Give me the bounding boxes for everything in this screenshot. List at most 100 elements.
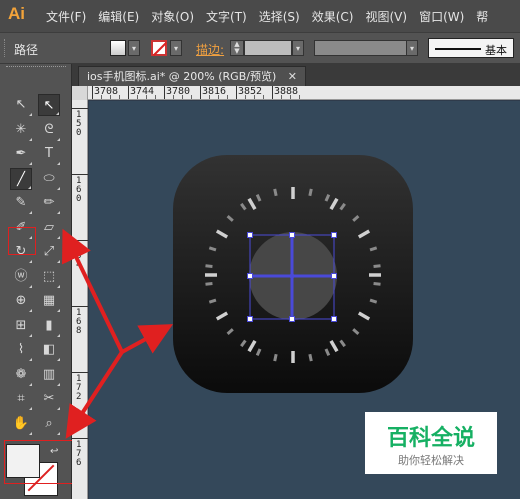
control-bar: 路径 ▾ ▾ 描边: ▲ ▼ ▾ ▾ 基本 [0,32,520,64]
selection-tool[interactable]: ↖ [10,94,32,116]
free-transform-tool[interactable]: ⬚ [38,266,60,288]
document-tab-bar: ios手机图标.ai* @ 200% (RGB/预览) ✕ [72,64,520,86]
paintbrush-tool[interactable]: ✎ [10,192,32,214]
ellipse-tool[interactable]: ⬭ [38,168,60,190]
menu-item-7[interactable]: 窗口(W) [419,8,464,25]
panel-grip[interactable] [4,39,7,57]
ruler-minor-tick [173,95,174,99]
selection-handle[interactable] [331,273,337,279]
menu-item-0[interactable]: 文件(F) [46,8,86,25]
variable-width-select[interactable] [314,40,418,56]
fill-dropdown[interactable]: ▾ [128,40,140,56]
selection-handle[interactable] [289,232,295,238]
scale-icon: ⤢ [43,244,55,259]
selection-handle[interactable] [247,232,253,238]
ruler-minor-tick [101,95,102,99]
ruler-label: 3888 [274,86,299,97]
horizontal-ruler[interactable]: 3708 3744 3780 3816 3852 3888 [72,86,520,100]
ruler-minor-tick [245,95,246,99]
menu-item-2[interactable]: 对象(O) [151,8,194,25]
warp-tool[interactable]: ⓦ [10,266,32,288]
stroke-weight-dropdown[interactable]: ▾ [292,40,304,56]
blend-tool[interactable]: ◧ [38,339,60,361]
slice-tool[interactable]: ✂ [38,388,60,410]
ruler-minor-tick [227,95,228,99]
menu-item-6[interactable]: 视图(V) [365,8,407,25]
ruler-major-tick [128,86,129,99]
pencil-tool[interactable]: ✏ [38,192,60,214]
fill-swatch[interactable] [110,40,126,56]
menu-items: 文件(F) 编辑(E) 对象(O) 文字(T) 选择(S) 效果(C) 视图(V) 窗口(W)… [46,8,500,25]
magic-wand-icon: ✳ [15,121,27,137]
ruler-major-tick [92,86,93,99]
eyedropper-tool[interactable]: ⌇ [10,339,32,361]
ruler-major-tick [236,86,237,99]
close-icon[interactable]: ✕ [288,70,297,83]
symbol-sprayer-icon: ❁ [15,366,27,382]
stroke-weight-input[interactable] [244,40,292,56]
watermark-title: 百科全说 [386,426,475,451]
artboard-tool[interactable]: ⌗ [10,388,32,410]
ruler-minor-tick [146,95,147,99]
ruler-label: 3780 [166,86,191,97]
pen-tool[interactable]: ✒ [10,143,32,165]
watermark-subtitle: 助你轻松解决 [398,454,464,467]
selection-handle[interactable] [331,232,337,238]
ruler-minor-tick [263,95,264,99]
menu-item-3[interactable]: 文字(T) [206,8,247,25]
symbol-sprayer-tool[interactable]: ❁ [10,364,32,386]
ruler-minor-tick [281,95,282,99]
fill-stroke-annotation-box [4,440,76,484]
eraser-tool[interactable]: ▱ [38,217,60,239]
line-segment-tool[interactable]: ╱ [10,167,32,190]
menu-item-5[interactable]: 效果(C) [312,8,354,25]
selection-handle[interactable] [247,316,253,322]
ruler-label: 3708 [94,86,119,97]
gradient-tool[interactable]: ▮ [38,315,60,337]
stroke-swatch[interactable] [151,40,167,56]
ruler-major-tick [272,86,273,99]
ruler-label: 172 [76,374,82,402]
free-transform-icon: ⬚ [42,268,56,284]
selection-handle[interactable] [331,316,337,322]
tools-panel: ↖ ↖ ✳ ᘓ ✒ T ╱ ⬭ ✎ ✏ ✐ ▱ ↻ ⤢ ⓦ ⬚ ⊕ ▦ ⊞ ▮ ⌇ ◧ ❁ ▥ ⌗ ✂ ✋ ⌕ [0,64,72,499]
perspective-grid-icon: ▦ [42,293,56,308]
ruler-minor-tick [119,95,120,99]
tools-panel-grip[interactable] [6,66,66,76]
brush-stroke-preview [435,48,481,50]
hand-tool[interactable]: ✋ [10,413,32,435]
pencil-icon: ✏ [43,195,55,210]
paintbrush-icon: ✎ [15,195,27,210]
scale-tool[interactable]: ⤢ [38,241,60,263]
menu-item-4[interactable]: 选择(S) [259,8,300,25]
perspective-grid-tool[interactable]: ▦ [38,290,60,312]
column-graph-tool[interactable]: ▥ [38,364,60,386]
ruler-minor-tick [191,95,192,99]
blend-icon: ◧ [42,342,56,357]
stroke-dropdown[interactable]: ▾ [170,40,182,56]
magic-wand-tool[interactable]: ✳ [10,119,32,141]
selection-handle[interactable] [247,273,253,279]
menu-item-1[interactable]: 编辑(E) [98,8,139,25]
menu-item-8[interactable]: 帮 [476,8,488,25]
type-tool[interactable]: T [38,143,60,165]
variable-width-dropdown[interactable]: ▾ [406,40,418,56]
ruler-minor-tick [137,95,138,99]
stroke-weight-label[interactable]: 描边: [196,41,224,58]
ellipse-icon: ⬭ [43,170,55,186]
ruler-label: 176 [76,440,82,468]
mesh-icon: ⊞ [15,317,27,333]
mesh-tool[interactable]: ⊞ [10,315,32,337]
vertical-ruler[interactable]: 150 160 164 168 172 176 [72,100,88,499]
shape-builder-icon: ⊕ [15,293,27,308]
direct-selection-tool[interactable]: ↖ [38,94,60,116]
ruler-origin[interactable] [72,86,88,100]
document-tab[interactable]: ios手机图标.ai* @ 200% (RGB/预览) ✕ [78,66,306,86]
zoom-tool[interactable]: ⌕ [38,413,60,435]
brush-definition-select[interactable]: 基本 [428,38,514,58]
center-anchor-point[interactable] [289,273,295,279]
selection-handle[interactable] [289,316,295,322]
stroke-weight-stepper[interactable]: ▲ ▼ [230,40,244,56]
shape-builder-tool[interactable]: ⊕ [10,290,32,312]
lasso-tool[interactable]: ᘓ [38,119,60,141]
